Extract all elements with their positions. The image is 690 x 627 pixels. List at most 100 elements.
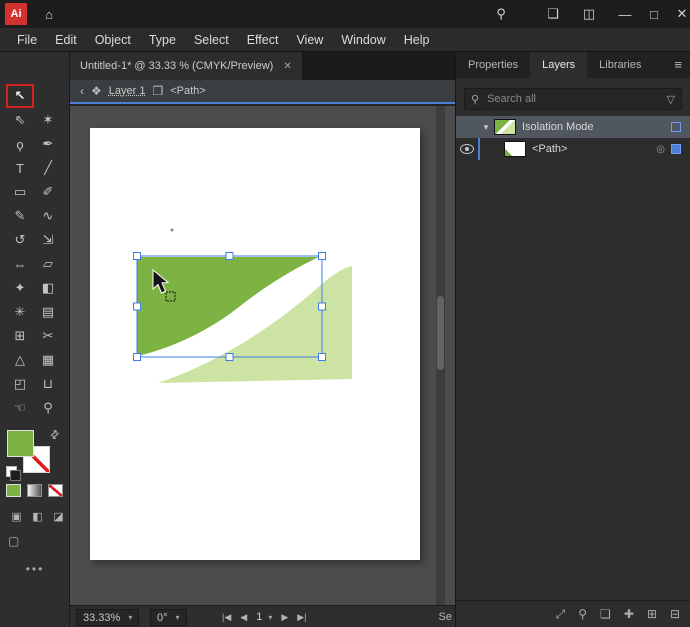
menu-view[interactable]: View bbox=[287, 28, 332, 52]
first-artboard-button[interactable]: |◀ bbox=[222, 612, 231, 623]
zoom-dropdown[interactable]: 33.33% ▾ bbox=[76, 609, 140, 626]
layers-search-input[interactable] bbox=[485, 92, 661, 106]
clipping-mask-icon[interactable]: ❏ bbox=[600, 607, 611, 621]
perspective-grid-tool[interactable]: △ bbox=[6, 348, 34, 372]
draw-normal-icon[interactable]: ▣ bbox=[6, 510, 27, 523]
selection-handle[interactable] bbox=[133, 353, 141, 361]
maximize-button[interactable]: □ bbox=[643, 4, 665, 24]
slice-tool[interactable]: ✂ bbox=[34, 324, 62, 348]
close-button[interactable]: ✕ bbox=[671, 4, 690, 24]
fill-swatch[interactable] bbox=[7, 430, 34, 457]
filter-icon[interactable]: ▽ bbox=[667, 93, 675, 106]
artboard-tool[interactable]: ⊞ bbox=[6, 324, 34, 348]
workspace-switcher-icon[interactable]: ❑ bbox=[542, 4, 564, 24]
tab-libraries[interactable]: Libraries bbox=[587, 52, 653, 78]
breadcrumb-layer[interactable]: Layer 1 bbox=[109, 85, 146, 97]
back-arrow-icon[interactable]: ‹ bbox=[80, 84, 84, 98]
draw-behind-icon[interactable]: ◧ bbox=[27, 510, 48, 523]
menu-select[interactable]: Select bbox=[185, 28, 238, 52]
next-artboard-button[interactable]: ▶ bbox=[281, 612, 288, 623]
search-icon[interactable]: ⚲ bbox=[490, 4, 512, 24]
swap-fill-stroke-icon[interactable]: ⇄ bbox=[47, 427, 62, 442]
target-circle-icon[interactable]: ◎ bbox=[656, 144, 665, 155]
screen-mode-icon[interactable]: ▢ bbox=[8, 534, 19, 548]
gradient-button[interactable] bbox=[27, 484, 42, 497]
visibility-column[interactable] bbox=[456, 116, 478, 138]
tab-layers[interactable]: Layers bbox=[530, 52, 588, 78]
shaper-tool[interactable]: ∿ bbox=[34, 204, 62, 228]
selection-indicator-hollow[interactable] bbox=[671, 122, 681, 132]
rotation-dropdown[interactable]: 0° ▾ bbox=[150, 609, 187, 626]
selection-handle[interactable] bbox=[318, 302, 326, 311]
mesh-tool[interactable]: ▦ bbox=[34, 348, 62, 372]
artboard-number-field[interactable]: 1 ▾ bbox=[256, 611, 272, 623]
previous-artboard-button[interactable]: ◀ bbox=[240, 612, 247, 623]
layer-row-isolation-mode[interactable]: ▾ Isolation Mode bbox=[456, 116, 690, 138]
menu-object[interactable]: Object bbox=[86, 28, 140, 52]
delete-layer-icon[interactable]: ⊟ bbox=[670, 607, 680, 621]
pencil-tool[interactable]: ✎ bbox=[6, 204, 34, 228]
selection-handle[interactable] bbox=[318, 252, 326, 260]
menu-help[interactable]: Help bbox=[395, 28, 439, 52]
column-graph-tool[interactable]: ▤ bbox=[34, 300, 62, 324]
width-tool[interactable]: ⇔ bbox=[6, 252, 34, 276]
rotate-tool[interactable]: ↺ bbox=[6, 228, 34, 252]
rectangle-tool[interactable]: ▭ bbox=[6, 180, 34, 204]
collect-export-icon[interactable]: ⤢ bbox=[556, 607, 566, 622]
locate-object-icon[interactable]: ⚲ bbox=[578, 607, 587, 621]
lasso-tool[interactable]: ϙ bbox=[6, 132, 34, 156]
visibility-toggle[interactable] bbox=[456, 138, 478, 160]
selection-tool[interactable]: ↖ bbox=[6, 84, 34, 108]
expand-chevron-icon[interactable]: ▾ bbox=[478, 122, 494, 133]
zoom-tool[interactable]: ⚲ bbox=[34, 396, 62, 420]
selection-handle[interactable] bbox=[225, 353, 234, 361]
artboard[interactable] bbox=[90, 128, 420, 560]
direct-selection-tool[interactable]: ⇖ bbox=[6, 108, 34, 132]
last-artboard-button[interactable]: ▶| bbox=[297, 612, 306, 623]
none-button[interactable] bbox=[48, 484, 63, 497]
panel-menu-icon[interactable]: ≡ bbox=[674, 52, 682, 78]
free-transform-tool[interactable]: ▱ bbox=[34, 252, 62, 276]
layer-thumbnail[interactable] bbox=[504, 141, 526, 157]
new-sublayer-icon[interactable]: ✚ bbox=[624, 607, 634, 621]
tab-properties[interactable]: Properties bbox=[456, 52, 530, 78]
shape-builder-tool[interactable]: ◰ bbox=[6, 372, 34, 396]
scrollbar-thumb[interactable] bbox=[437, 296, 444, 370]
home-icon[interactable]: ⌂ bbox=[38, 4, 60, 24]
selection-indicator-filled[interactable] bbox=[671, 144, 681, 154]
selection-handle[interactable] bbox=[318, 353, 326, 361]
draw-inside-icon[interactable]: ◪ bbox=[48, 510, 69, 523]
selection-handle[interactable] bbox=[133, 252, 141, 260]
line-segment-tool[interactable]: ╱ bbox=[34, 156, 62, 180]
layer-label[interactable]: Isolation Mode bbox=[522, 121, 594, 133]
menu-window[interactable]: Window bbox=[332, 28, 394, 52]
hand-tool[interactable]: ☜ bbox=[6, 396, 34, 420]
selection-handle[interactable] bbox=[225, 252, 234, 260]
tab-close-icon[interactable]: ✕ bbox=[283, 61, 291, 72]
color-button[interactable] bbox=[6, 484, 21, 497]
eyedropper-tool[interactable]: ✦ bbox=[6, 276, 34, 300]
minimize-button[interactable]: — bbox=[614, 4, 636, 24]
pen-tool[interactable]: ✒ bbox=[34, 132, 62, 156]
menu-file[interactable]: File bbox=[8, 28, 46, 52]
menu-type[interactable]: Type bbox=[140, 28, 185, 52]
canvas-area[interactable] bbox=[70, 106, 455, 605]
edit-toolbar-icon[interactable]: ••• bbox=[0, 562, 70, 576]
layer-row-path[interactable]: <Path> ◎ bbox=[456, 138, 690, 160]
type-tool[interactable]: T bbox=[6, 156, 34, 180]
scale-tool[interactable]: ⇲ bbox=[34, 228, 62, 252]
layer-label[interactable]: <Path> bbox=[532, 143, 567, 155]
blend-tool[interactable]: ◧ bbox=[34, 276, 62, 300]
default-fill-stroke-icon[interactable] bbox=[6, 466, 21, 481]
vertical-scrollbar[interactable] bbox=[436, 106, 445, 605]
breadcrumb-path[interactable]: <Path> bbox=[170, 85, 205, 97]
paintbrush-tool[interactable]: ✐ bbox=[34, 180, 62, 204]
menu-edit[interactable]: Edit bbox=[46, 28, 86, 52]
live-paint-bucket-tool[interactable]: ⊔ bbox=[34, 372, 62, 396]
arrange-documents-icon[interactable]: ◫ bbox=[578, 4, 600, 24]
app-icon[interactable]: Ai bbox=[5, 3, 27, 25]
layer-thumbnail[interactable] bbox=[494, 119, 516, 135]
symbol-sprayer-tool[interactable]: ✳ bbox=[6, 300, 34, 324]
document-tab[interactable]: Untitled-1* @ 33.33 % (CMYK/Preview) ✕ bbox=[70, 52, 303, 80]
new-layer-icon[interactable]: ⊞ bbox=[647, 607, 657, 621]
